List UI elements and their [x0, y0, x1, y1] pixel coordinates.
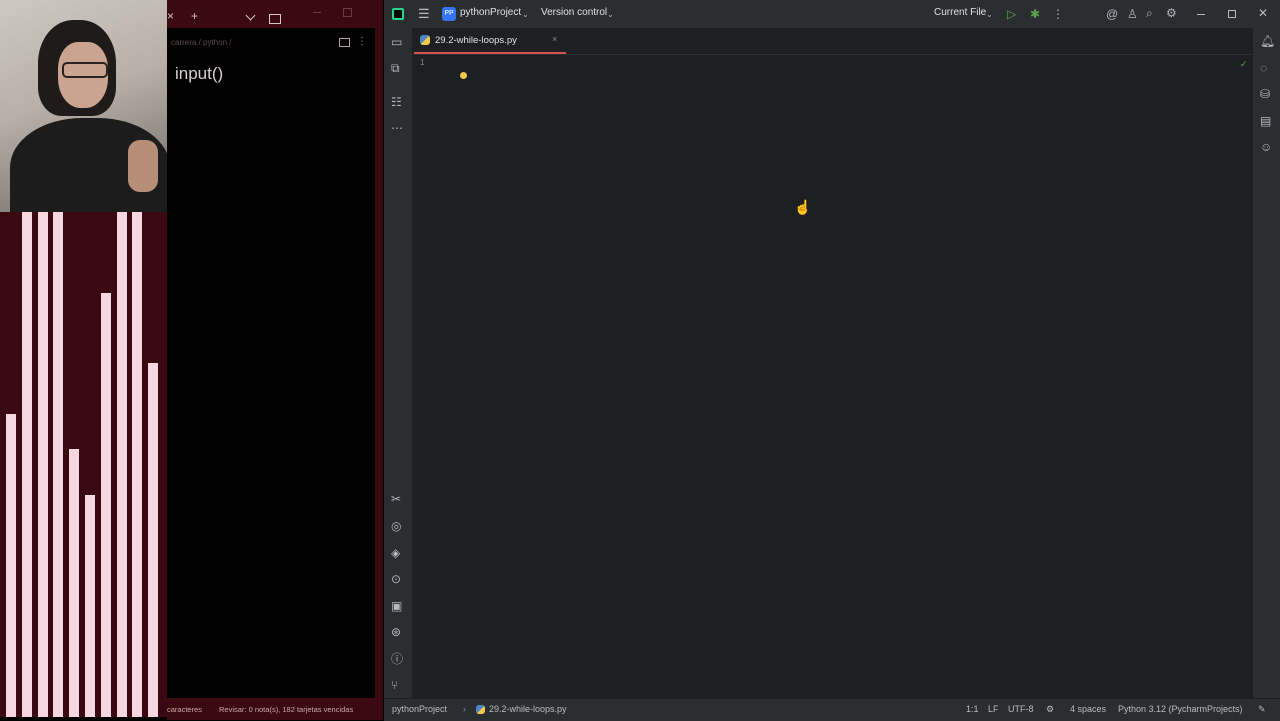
sciview-icon[interactable]: ▤ — [1260, 115, 1271, 127]
audio-level-bar — [21, 212, 32, 717]
page-title[interactable]: input() — [175, 64, 223, 84]
project-selector[interactable]: pythonProject — [460, 7, 521, 18]
debug-icon[interactable]: ✱ — [1030, 8, 1040, 20]
python-console-icon[interactable]: ◈ — [391, 547, 400, 559]
build-tools-icon[interactable]: ✂ — [391, 493, 401, 505]
mouse-cursor-icon: ☝ — [794, 199, 812, 215]
new-tab-icon[interactable]: + — [191, 9, 198, 23]
audio-level-bar — [116, 212, 127, 717]
audio-level-bar — [132, 212, 143, 717]
more-options-icon[interactable]: ⋮ — [357, 36, 367, 47]
settings-icon[interactable]: ⚙ — [1166, 7, 1177, 19]
hamburger-menu-icon[interactable]: ☰ — [418, 7, 430, 20]
ide-window: ☰ PP pythonProject ⌄ Version control ⌄ C… — [384, 0, 1280, 721]
maximize-icon[interactable] — [343, 8, 352, 17]
close-tab-icon[interactable]: × — [552, 34, 557, 44]
editor-tab-label[interactable]: 29.2-while-loops.py — [435, 35, 517, 46]
notifications-icon[interactable]: 🔔︎ — [1260, 35, 1275, 47]
audio-level-bar — [6, 414, 16, 717]
read-only-toggle-icon[interactable]: ✎ — [1258, 704, 1266, 715]
chevron-down-icon[interactable]: ⌄ — [986, 9, 993, 21]
code-style-icon[interactable]: ⚙ — [1046, 704, 1054, 715]
maximize-icon[interactable] — [1228, 10, 1236, 18]
python-file-icon — [476, 705, 485, 714]
ai-chat-icon[interactable]: ◌ — [1260, 62, 1267, 74]
run-config-selector[interactable]: Current File — [934, 7, 986, 18]
audio-level-bar — [148, 363, 159, 717]
search-icon[interactable]: ⌕ — [1146, 7, 1153, 19]
webcam-person-hand — [128, 140, 158, 192]
info-icon[interactable]: ⓘ — [391, 653, 403, 665]
git-icon[interactable]: ⑂ — [391, 679, 398, 691]
breadcrumb-file[interactable]: 29.2-while-loops.py — [489, 704, 567, 714]
line-gutter: 1 — [412, 55, 457, 698]
webcam-overlay — [0, 0, 167, 212]
minimize-icon[interactable] — [313, 12, 321, 13]
note-editor[interactable]: carrera / python / ⋮ input() — [167, 28, 375, 698]
more-vertical-icon[interactable]: ⋮ — [1052, 8, 1064, 20]
left-tool-strip: ▭ ⧉ ☷ ⋯ ✂ ◎ ◈ ⊙ ▣ ⊛ ⓘ ⑂ — [384, 28, 413, 698]
commit-icon[interactable]: ⧉ — [391, 62, 400, 74]
more-horizontal-icon[interactable]: ⋯ — [391, 122, 403, 134]
add-user-icon[interactable]: ♙ — [1127, 8, 1138, 20]
right-tool-strip: 🔔︎ ◌ ⛁ ▤ ☺ — [1252, 28, 1280, 698]
no-problems-check-icon[interactable]: ✓ — [1240, 59, 1248, 70]
project-folder-icon[interactable]: ▭ — [391, 36, 402, 48]
project-badge: PP — [442, 7, 456, 21]
run-icon[interactable]: ▷ — [1007, 8, 1016, 20]
editor-tab-active[interactable]: 29.2-while-loops.py × — [414, 28, 566, 54]
python-file-icon — [420, 35, 430, 45]
code-editor[interactable]: ✓ ☝ — [456, 55, 1252, 698]
structure-icon[interactable]: ☷ — [391, 96, 402, 108]
status-review: Revisar: 0 nota(s), 182 tarjetas vencida… — [219, 705, 354, 714]
chevron-down-icon[interactable]: ⌄ — [607, 9, 614, 21]
audio-visualizer — [0, 212, 167, 717]
file-encoding[interactable]: UTF-8 — [1008, 704, 1034, 714]
audio-level-bar — [85, 495, 95, 717]
audio-level-bar — [100, 293, 111, 717]
caret-position[interactable]: 1:1 — [966, 704, 979, 714]
python-interpreter[interactable]: Python 3.12 (PycharmProjects) — [1118, 704, 1243, 714]
problems-icon[interactable]: ⊛ — [391, 626, 401, 638]
line-number: 1 — [420, 58, 425, 67]
breadcrumb-project[interactable]: pythonProject — [392, 704, 447, 714]
lightbulb-icon[interactable] — [460, 72, 467, 79]
note-breadcrumb[interactable]: carrera / python / — [171, 38, 231, 47]
webcam-person-glasses — [62, 62, 108, 78]
copilot-icon[interactable]: ☺ — [1260, 141, 1272, 153]
version-control-menu[interactable]: Version control — [541, 7, 607, 18]
close-icon[interactable]: ✕ — [1258, 7, 1268, 19]
status-char-count: caracteres — [167, 705, 203, 714]
ai-assistant-icon[interactable]: @ — [1106, 8, 1118, 20]
audio-level-bar — [69, 449, 80, 717]
database-icon[interactable]: ⛁ — [1260, 88, 1270, 100]
notes-app-window: × + carrera / python / ⋮ input() caracte… — [167, 0, 383, 720]
audio-level-bar — [53, 212, 64, 717]
editor-tab-bar: 29.2-while-loops.py × — [412, 28, 1252, 55]
python-packages-icon[interactable]: ◎ — [391, 520, 401, 532]
chevron-down-icon[interactable]: ⌄ — [522, 9, 529, 21]
split-view-icon[interactable] — [269, 14, 281, 24]
reading-mode-icon[interactable] — [339, 38, 350, 47]
app-logo-icon[interactable] — [392, 8, 404, 20]
audio-level-bar — [37, 212, 48, 717]
terminal-icon[interactable]: ▣ — [391, 600, 402, 612]
line-separator[interactable]: LF — [988, 704, 999, 714]
minimize-icon[interactable] — [1197, 14, 1205, 15]
title-bar: ☰ PP pythonProject ⌄ Version control ⌄ C… — [384, 0, 1280, 28]
status-bar: pythonProject › 29.2-while-loops.py 1:1 … — [384, 698, 1280, 721]
close-tab-icon[interactable]: × — [167, 9, 174, 23]
chevron-right-icon: › — [463, 704, 466, 714]
chevron-down-icon[interactable] — [245, 10, 256, 21]
services-icon[interactable]: ⊙ — [391, 573, 401, 585]
indent-setting[interactable]: 4 spaces — [1070, 704, 1106, 714]
